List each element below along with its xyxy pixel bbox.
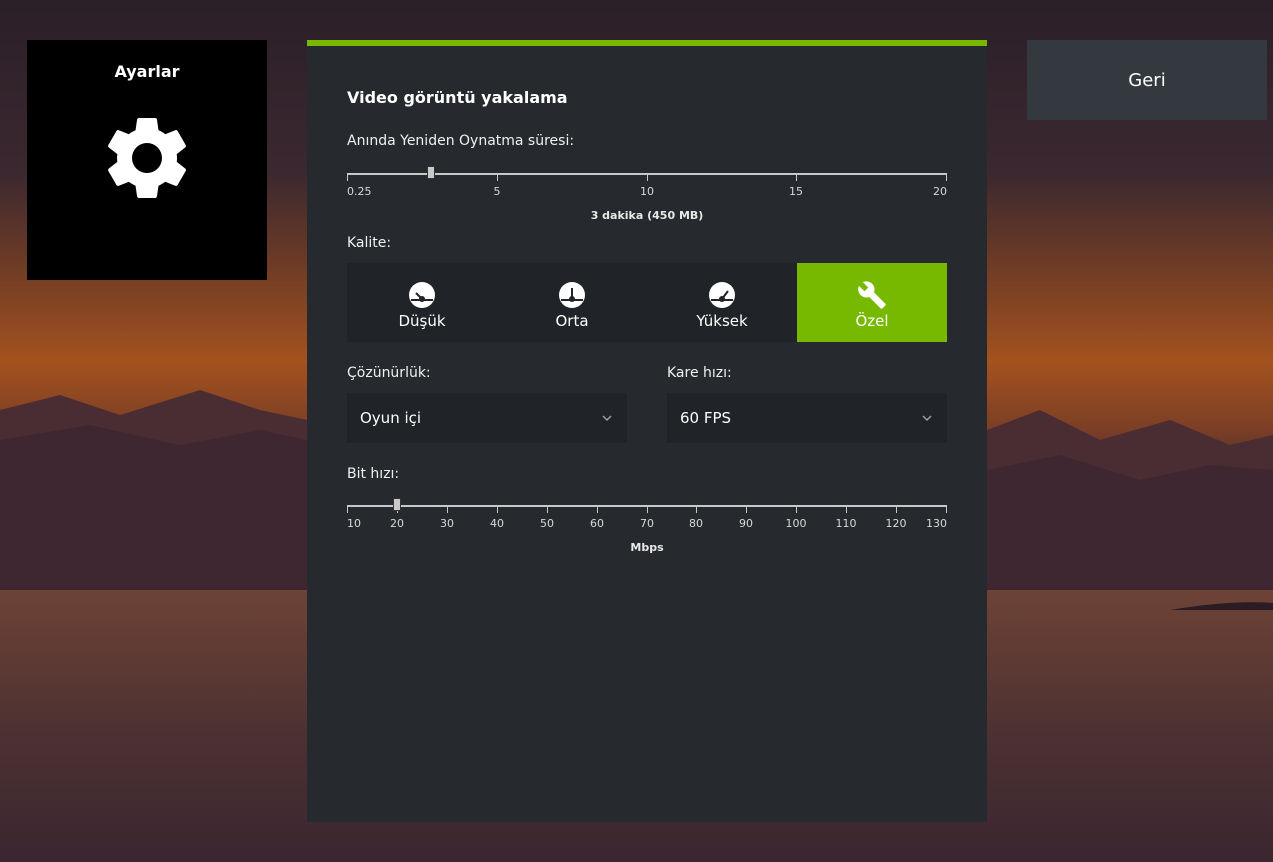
panel-accent-bar [307, 40, 987, 46]
quality-option-custom[interactable]: Özel [797, 263, 947, 342]
slider-thumb[interactable] [427, 166, 435, 179]
slider-tick [497, 174, 498, 181]
quality-selector: Düşük Orta Yüksek Özel [347, 263, 947, 342]
resolution-dropdown[interactable]: Oyun içi [347, 393, 627, 443]
gauge-high-icon [709, 281, 735, 308]
slider-tick [447, 506, 448, 513]
wrench-icon [858, 280, 886, 309]
chevron-down-icon [922, 415, 932, 422]
resolution-label: Çözünürlük: [347, 365, 431, 381]
settings-tile[interactable]: Ayarlar [27, 40, 267, 280]
slider-tick-label: 15 [789, 185, 803, 198]
gauge-low-icon [409, 281, 435, 308]
slider-tick-label: 10 [347, 517, 361, 530]
settings-tile-title: Ayarlar [114, 62, 180, 81]
slider-tick [946, 506, 947, 513]
quality-option-label: Düşük [398, 311, 446, 330]
framerate-label: Kare hızı: [667, 365, 732, 381]
slider-tick-label: 110 [835, 517, 857, 530]
slider-tick-label: 120 [885, 517, 907, 530]
slider-tick [896, 506, 897, 513]
replay-duration-label: Anında Yeniden Oynatma süresi: [347, 133, 575, 149]
replay-duration-slider[interactable]: 3 dakika (450 MB) 0.25 5 10 15 20 [347, 161, 947, 222]
slider-tick-label: 20 [390, 517, 404, 530]
back-button-label: Geri [1128, 69, 1166, 91]
slider-tick-label: 10 [640, 185, 654, 198]
quality-option-medium[interactable]: Orta [497, 263, 647, 342]
gauge-medium-icon [559, 281, 585, 308]
slider-tick [597, 506, 598, 513]
framerate-value: 60 FPS [680, 409, 732, 427]
bitrate-label: Bit hızı: [347, 466, 400, 482]
slider-tick [796, 174, 797, 181]
slider-tick [647, 506, 648, 513]
slider-thumb[interactable] [393, 498, 401, 511]
quality-option-label: Yüksek [696, 311, 748, 330]
quality-option-label: Özel [855, 311, 889, 330]
slider-tick [347, 506, 348, 513]
quality-option-low[interactable]: Düşük [347, 263, 497, 342]
replay-value-label: 3 dakika (450 MB) [590, 209, 704, 222]
slider-tick-label: 5 [493, 185, 501, 198]
bitrate-slider[interactable]: Mbps 10 20 30 40 50 60 70 80 90 100 110 120 130 [347, 493, 947, 554]
slider-tick-label: 20 [933, 185, 947, 198]
slider-tick-label: 30 [440, 517, 454, 530]
slider-tick [547, 506, 548, 513]
slider-tick-label: 50 [540, 517, 554, 530]
slider-tick [647, 174, 648, 181]
slider-tick [347, 174, 348, 181]
slider-tick [946, 174, 947, 181]
quality-label: Kalite: [347, 235, 392, 251]
slider-tick-label: 70 [640, 517, 654, 530]
slider-tick [846, 506, 847, 513]
video-capture-panel: Video görüntü yakalama Anında Yeniden Oy… [307, 40, 987, 822]
slider-tick [497, 506, 498, 513]
gear-icon [108, 117, 186, 198]
slider-tick-label: 80 [689, 517, 703, 530]
slider-tick-label: 0.25 [347, 185, 372, 198]
bitrate-unit-label: Mbps [630, 541, 664, 554]
slider-tick [696, 506, 697, 513]
slider-tick-label: 60 [590, 517, 604, 530]
slider-tick-label: 90 [739, 517, 753, 530]
quality-option-label: Orta [555, 311, 589, 330]
slider-tick [746, 506, 747, 513]
quality-option-high[interactable]: Yüksek [647, 263, 797, 342]
slider-tick [796, 506, 797, 513]
slider-tick-label: 100 [785, 517, 807, 530]
back-button[interactable]: Geri [1027, 40, 1267, 120]
panel-title: Video görüntü yakalama [347, 88, 568, 107]
slider-tick-label: 130 [926, 517, 947, 530]
resolution-value: Oyun içi [360, 409, 422, 427]
chevron-down-icon [602, 415, 612, 422]
slider-tick-label: 40 [490, 517, 504, 530]
framerate-dropdown[interactable]: 60 FPS [667, 393, 947, 443]
